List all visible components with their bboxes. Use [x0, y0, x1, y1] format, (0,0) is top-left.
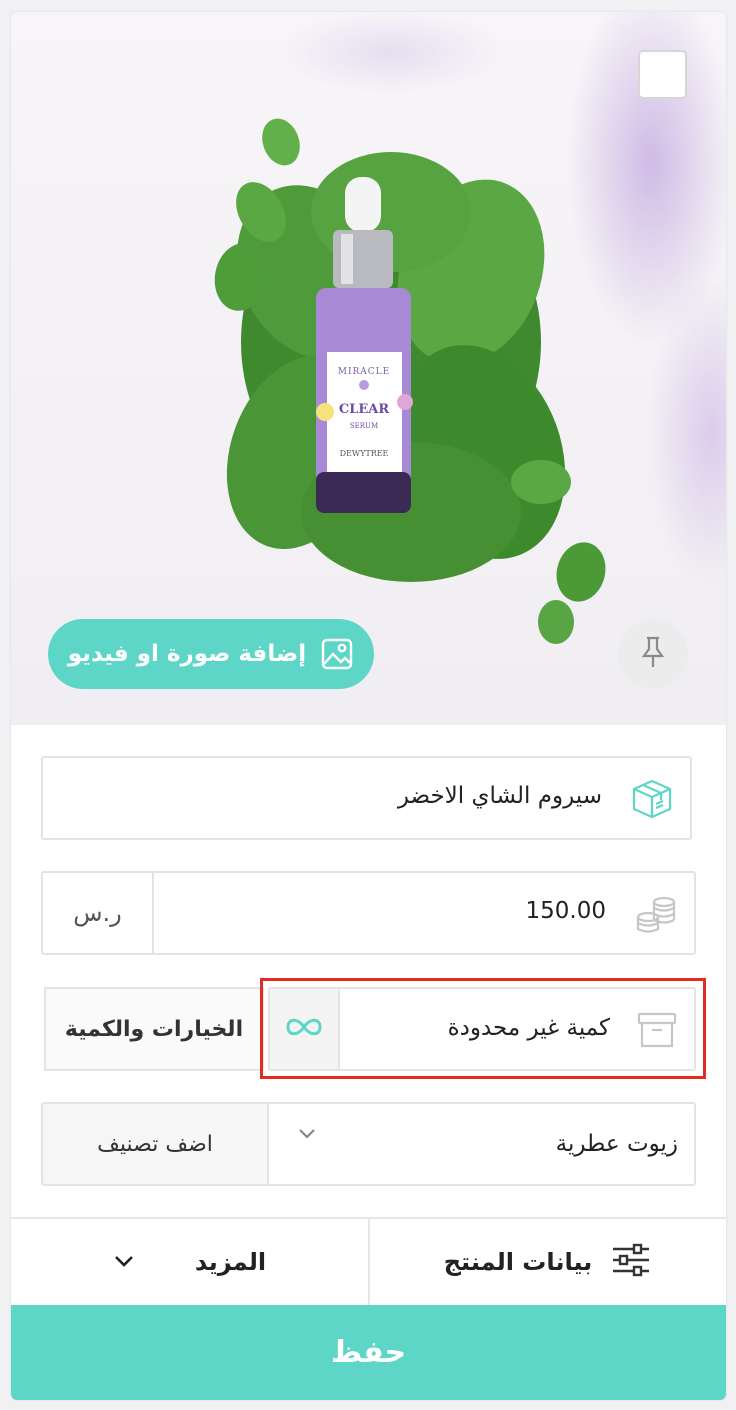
product-image-area: MIRACLE CLEAR SERUM DEWYTREE إضافة صورة … [11, 12, 726, 725]
image-icon [320, 637, 354, 671]
bottle-type-text: SERUM [350, 422, 378, 430]
pin-button[interactable] [618, 619, 688, 689]
product-name-field[interactable]: سيروم الشاي الاخضر [41, 756, 692, 840]
product-data-tab[interactable]: بيانات المنتج [370, 1219, 726, 1305]
chevron-down-icon[interactable] [297, 1126, 317, 1145]
chevron-down-icon [113, 1253, 135, 1272]
quantity-value: كمية غير محدودة [447, 1015, 610, 1041]
quantity-field[interactable]: كمية غير محدودة [268, 987, 696, 1071]
price-field[interactable]: ر.س 150.00 [41, 871, 696, 955]
add-category-button[interactable]: اضف تصنيف [43, 1104, 269, 1184]
more-tab-label: المزيد [194, 1248, 267, 1276]
infinity-icon [284, 1016, 324, 1042]
options-quantity-label: الخيارات والكمية [64, 1016, 244, 1042]
bottom-tabs: المزيد بيانات المنتج [11, 1217, 726, 1305]
divider [152, 873, 154, 953]
pin-icon [638, 635, 668, 673]
currency-label: ر.س [73, 899, 122, 927]
product-data-label: بيانات المنتج [443, 1248, 593, 1276]
select-image-checkbox[interactable] [638, 50, 687, 99]
box-icon [630, 778, 674, 824]
options-quantity-button[interactable]: الخيارات والكمية [44, 987, 264, 1071]
more-tab[interactable]: المزيد [11, 1219, 368, 1305]
add-media-button[interactable]: إضافة صورة او فيديو [48, 619, 374, 689]
category-value: زيوت عطرية [555, 1131, 678, 1157]
price-value: 150.00 [525, 898, 606, 924]
add-category-label: اضف تصنيف [97, 1131, 213, 1157]
add-media-label: إضافة صورة او فيديو [67, 641, 307, 667]
sliders-icon [610, 1242, 652, 1282]
product-name-value: سيروم الشاي الاخضر [397, 783, 602, 809]
category-field[interactable]: اضف تصنيف زيوت عطرية [41, 1102, 696, 1186]
save-button[interactable]: حفظ [11, 1305, 726, 1400]
unlimited-toggle[interactable] [270, 989, 340, 1069]
inventory-box-icon [636, 1011, 678, 1053]
bottle-brand-text: MIRACLE [338, 367, 390, 377]
bottle-maker-text: DEWYTREE [340, 449, 389, 458]
product-card: MIRACLE CLEAR SERUM DEWYTREE إضافة صورة … [11, 12, 726, 1400]
save-label: حفظ [330, 1335, 407, 1370]
bottle-name-text: CLEAR [339, 402, 389, 417]
coins-icon [634, 893, 678, 939]
